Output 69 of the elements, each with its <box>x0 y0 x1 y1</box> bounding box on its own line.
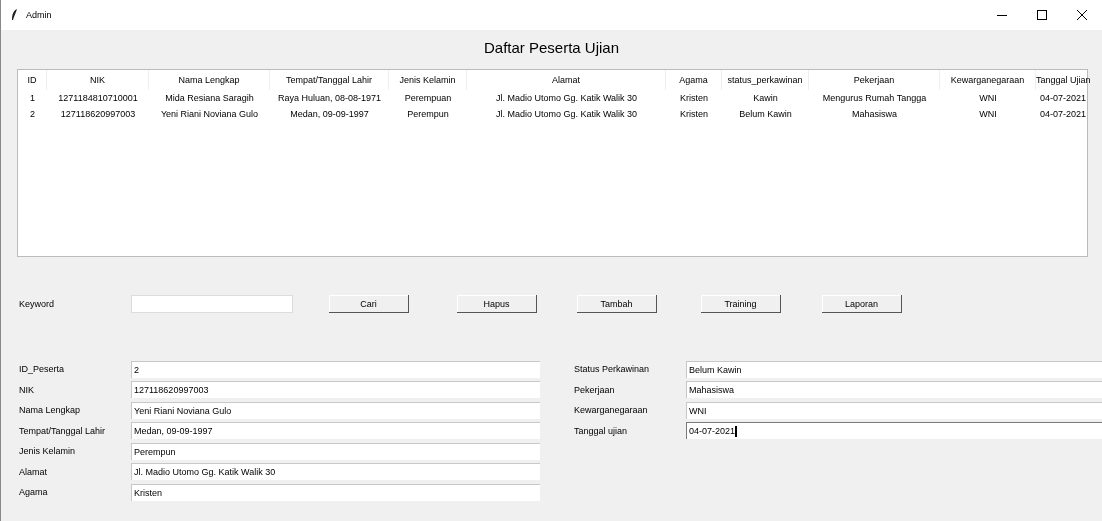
table-cell-text: 2 <box>29 108 36 121</box>
field-label: Agama <box>19 487 49 498</box>
input-field[interactable]: Jl. Madio Utomo Gg. Katik Walik 30 <box>131 463 540 481</box>
table-cell-text: Mahasiswa <box>851 108 898 121</box>
table-cell-text: Medan, 09-09-1997 <box>289 108 370 121</box>
field-label: Nama Lengkap <box>19 405 82 416</box>
minimize-icon[interactable] <box>997 14 1007 16</box>
field-label: Jenis Kelamin <box>19 446 77 457</box>
table-cell-text: Raya Huluan, 08-08-1971 <box>276 92 383 105</box>
column-header[interactable]: Agama <box>666 70 722 90</box>
search-field[interactable] <box>131 295 293 313</box>
table-cell-text: Kristen <box>679 92 709 105</box>
input-field[interactable]: Mahasiswa <box>686 381 1102 399</box>
table-cell-text: Kawin <box>752 92 779 105</box>
input-field[interactable]: Belum Kawin <box>686 360 1102 378</box>
column-header[interactable]: ID <box>18 70 47 90</box>
column-header[interactable]: NIK <box>47 70 149 90</box>
input-field[interactable]: Perempun <box>131 442 540 460</box>
field-label: Pekerjaan <box>574 384 616 395</box>
table-cell-text: 04-07-2021 <box>1038 108 1087 121</box>
table-cell-text: Mida Resiana Saragih <box>164 92 255 105</box>
table-cell-text: 04-07-2021 <box>1038 92 1087 105</box>
table-cell-text: Yeni Riani Noviana Gulo <box>159 108 260 121</box>
feather-icon <box>11 9 18 21</box>
action-button[interactable]: Tambah <box>577 295 657 313</box>
action-button[interactable]: Training <box>701 295 781 313</box>
column-header[interactable]: Jenis Kelamin <box>389 70 467 90</box>
column-header[interactable]: status_perkawinan <box>722 70 809 90</box>
field-label: ID_Peserta <box>19 364 66 375</box>
table-cell-text: 1 <box>29 92 36 105</box>
field-label: NIK <box>19 384 35 395</box>
field-label: Status Perkawinan <box>574 364 651 375</box>
table-cell-text: WNI <box>978 92 998 105</box>
table-cell-text: Perempuan <box>403 92 453 105</box>
input-field[interactable]: 2 <box>131 360 540 378</box>
input-field[interactable]: WNI <box>686 401 1102 419</box>
table-cell-text: WNI <box>978 108 998 121</box>
field-label: Keyword <box>19 299 55 309</box>
column-header[interactable]: Nama Lengkap <box>149 70 270 90</box>
input-field[interactable]: 04-07-2021 <box>686 422 1102 440</box>
field-label: Tanggal ujian <box>574 425 629 436</box>
table-cell-text: 1271184810710001 <box>57 92 139 105</box>
field-label: Kewarganegaraan <box>574 405 649 416</box>
input-field[interactable]: Medan, 09-09-1997 <box>131 422 540 440</box>
action-button[interactable]: Laporan <box>822 295 902 313</box>
action-button[interactable]: Cari <box>329 295 409 313</box>
text-cursor <box>735 425 738 437</box>
input-field[interactable]: Yeni Riani Noviana Gulo <box>131 401 540 419</box>
close-icon[interactable] <box>1077 10 1087 20</box>
input-field[interactable]: 127118620997003 <box>131 381 540 399</box>
maximize-icon[interactable] <box>1037 10 1047 20</box>
window-title: Admin <box>26 10 52 20</box>
table-cell-text: Mengurus Rumah Tangga <box>821 92 928 105</box>
table-cell-text: Kristen <box>679 108 709 121</box>
column-header[interactable]: Tempat/Tanggal Lahir <box>270 70 389 90</box>
column-header[interactable]: Pekerjaan <box>809 70 940 90</box>
table-cell-text: 127118620997003 <box>59 108 137 121</box>
table-cell-text: Jl. Madio Utomo Gg. Katik Walik 30 <box>494 92 639 105</box>
page-heading: Daftar Peserta Ujian <box>482 38 621 58</box>
column-header[interactable]: Tanggal Ujian <box>1036 70 1090 90</box>
field-label: Tempat/Tanggal Lahir <box>19 425 107 436</box>
action-button[interactable]: Hapus <box>457 295 537 313</box>
column-header[interactable]: Alamat <box>467 70 666 90</box>
table-cell-text: Perempun <box>406 108 450 121</box>
column-header[interactable]: Kewarganegaraan <box>940 70 1036 90</box>
field-label: Alamat <box>19 466 48 477</box>
table-cell-text: Jl. Madio Utomo Gg. Katik Walik 30 <box>494 108 639 121</box>
table-cell-text: Belum Kawin <box>738 108 793 121</box>
input-field[interactable]: Kristen <box>131 483 540 501</box>
